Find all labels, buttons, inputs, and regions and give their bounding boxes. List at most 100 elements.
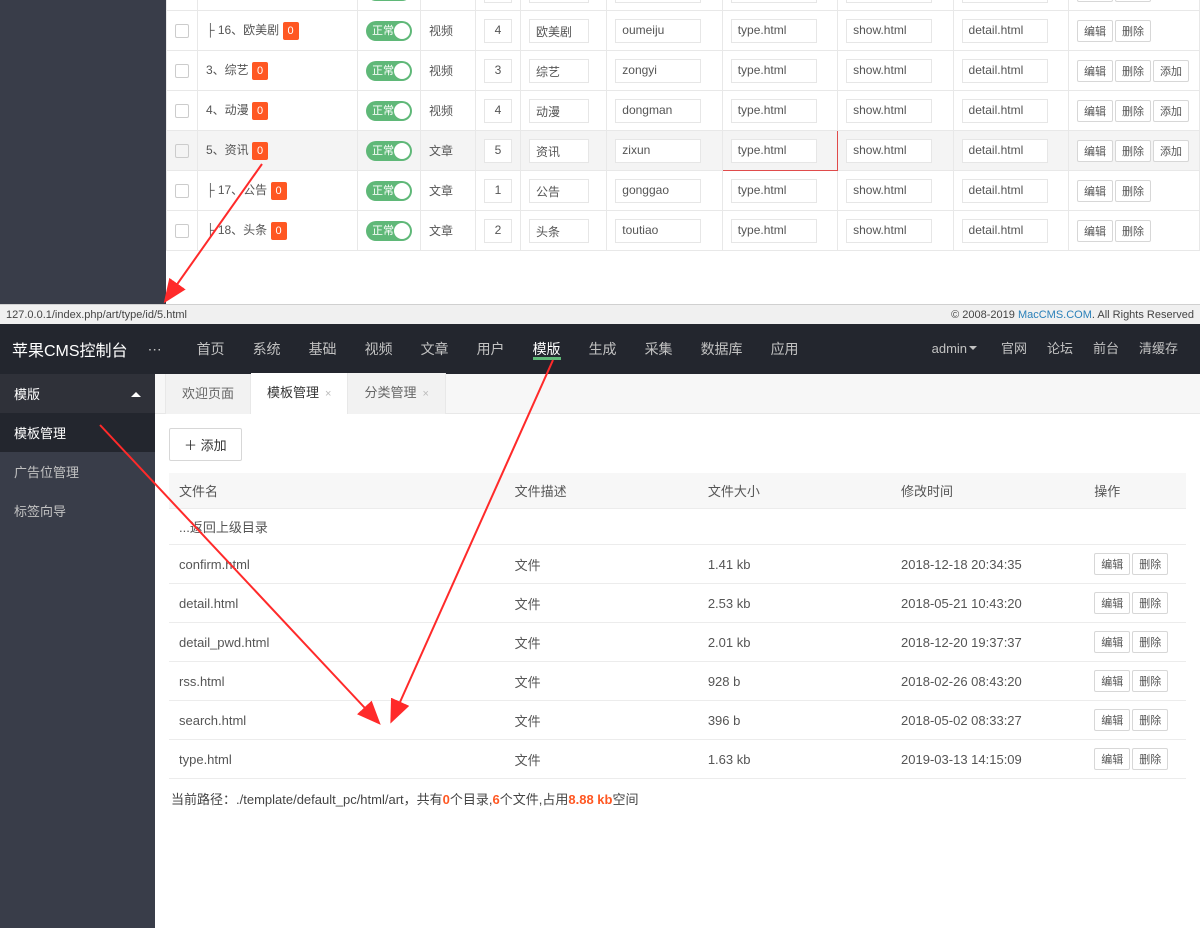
sidebar-header[interactable]: 模版 <box>0 374 155 413</box>
show-template-input[interactable]: show.html <box>846 219 932 243</box>
row-checkbox[interactable] <box>175 224 189 238</box>
type-template-input[interactable]: type.html <box>731 59 817 83</box>
row-checkbox[interactable] <box>175 144 189 158</box>
nav-item[interactable]: 视频 <box>365 341 393 357</box>
name-cn-input[interactable]: 公告 <box>529 179 589 203</box>
type-template-input[interactable]: type.html <box>731 0 817 3</box>
show-template-input[interactable]: show.html <box>846 179 932 203</box>
menu-dots-icon[interactable]: ⋯ <box>148 341 163 358</box>
file-op-button[interactable]: 删除 <box>1132 553 1168 575</box>
file-name[interactable]: search.html <box>169 701 505 740</box>
name-en-input[interactable]: dongman <box>615 99 701 123</box>
row-op-button[interactable]: 删除 <box>1115 180 1151 202</box>
type-template-input[interactable]: type.html <box>731 219 817 243</box>
name-en-input[interactable]: gonggao <box>615 179 701 203</box>
name-en-input[interactable]: oumeiju <box>615 19 701 43</box>
row-op-button[interactable]: 删除 <box>1115 60 1151 82</box>
nav-item[interactable]: 系统 <box>253 341 281 357</box>
nav-item[interactable]: 文章 <box>421 341 449 357</box>
header-link[interactable]: 官网 <box>1001 341 1027 356</box>
show-template-input[interactable]: show.html <box>846 99 932 123</box>
file-name[interactable]: rss.html <box>169 662 505 701</box>
file-op-button[interactable]: 删除 <box>1132 631 1168 653</box>
file-op-button[interactable]: 删除 <box>1132 592 1168 614</box>
nav-item[interactable]: 用户 <box>477 341 505 357</box>
type-template-input[interactable]: type.html <box>731 179 817 203</box>
row-checkbox[interactable] <box>175 24 189 38</box>
show-template-input[interactable]: show.html <box>846 19 932 43</box>
admin-user[interactable]: admin <box>932 341 977 356</box>
file-op-button[interactable]: 编辑 <box>1094 709 1130 731</box>
row-op-button[interactable]: 添加 <box>1153 100 1189 122</box>
file-op-button[interactable]: 删除 <box>1132 670 1168 692</box>
row-op-button[interactable]: 删除 <box>1115 220 1151 242</box>
nav-item[interactable]: 采集 <box>645 341 673 357</box>
type-template-input[interactable]: type.html <box>731 19 817 43</box>
row-op-button[interactable]: 编辑 <box>1077 220 1113 242</box>
row-op-button[interactable]: 编辑 <box>1077 0 1113 2</box>
name-cn-input[interactable]: 日韩剧 <box>529 0 589 3</box>
name-cn-input[interactable]: 综艺 <box>529 59 589 83</box>
sidebar-item[interactable]: 广告位管理 <box>0 452 155 491</box>
row-op-button[interactable]: 删除 <box>1115 0 1151 2</box>
order-input[interactable]: 2 <box>484 219 512 243</box>
status-toggle[interactable]: 正常 <box>366 61 412 81</box>
status-toggle[interactable]: 正常 <box>366 0 412 1</box>
file-name[interactable]: detail_pwd.html <box>169 623 505 662</box>
name-cn-input[interactable]: 动漫 <box>529 99 589 123</box>
detail-template-input[interactable]: detail.html <box>962 19 1048 43</box>
nav-item[interactable]: 数据库 <box>701 341 743 357</box>
detail-template-input[interactable]: detail.html <box>962 219 1048 243</box>
row-op-button[interactable]: 编辑 <box>1077 100 1113 122</box>
name-en-input[interactable]: rihanju <box>615 0 701 3</box>
back-to-parent[interactable]: ...返回上级目录 <box>169 509 1186 545</box>
order-input[interactable]: 1 <box>484 179 512 203</box>
name-cn-input[interactable]: 欧美剧 <box>529 19 589 43</box>
file-name[interactable]: confirm.html <box>169 545 505 584</box>
show-template-input[interactable]: show.html <box>846 59 932 83</box>
detail-template-input[interactable]: detail.html <box>962 179 1048 203</box>
type-template-input[interactable]: type.html <box>731 99 817 123</box>
row-op-button[interactable]: 添加 <box>1153 60 1189 82</box>
detail-template-input[interactable]: detail.html <box>962 139 1048 163</box>
row-op-button[interactable]: 删除 <box>1115 140 1151 162</box>
row-op-button[interactable]: 编辑 <box>1077 60 1113 82</box>
row-op-button[interactable]: 删除 <box>1115 100 1151 122</box>
name-cn-input[interactable]: 头条 <box>529 219 589 243</box>
sidebar-item[interactable]: 标签向导 <box>0 491 155 530</box>
status-toggle[interactable]: 正常 <box>366 221 412 241</box>
sidebar-item[interactable]: 模板管理 <box>0 413 155 452</box>
order-input[interactable]: 5 <box>484 139 512 163</box>
file-op-button[interactable]: 编辑 <box>1094 748 1130 770</box>
row-checkbox[interactable] <box>175 184 189 198</box>
name-en-input[interactable]: zongyi <box>615 59 701 83</box>
file-op-button[interactable]: 删除 <box>1132 748 1168 770</box>
brand-link[interactable]: MacCMS.COM <box>1018 309 1092 321</box>
show-template-input[interactable]: show.html <box>846 0 932 3</box>
detail-template-input[interactable]: detail.html <box>962 59 1048 83</box>
nav-item[interactable]: 生成 <box>589 341 617 357</box>
tab-close-icon[interactable]: × <box>422 388 428 400</box>
nav-item[interactable]: 应用 <box>771 341 799 357</box>
type-template-input[interactable]: type.html <box>731 139 817 163</box>
status-toggle[interactable]: 正常 <box>366 141 412 161</box>
file-op-button[interactable]: 编辑 <box>1094 670 1130 692</box>
row-checkbox[interactable] <box>175 64 189 78</box>
file-op-button[interactable]: 删除 <box>1132 709 1168 731</box>
name-cn-input[interactable]: 资讯 <box>529 139 589 163</box>
file-name[interactable]: type.html <box>169 740 505 779</box>
row-op-button[interactable]: 添加 <box>1153 140 1189 162</box>
name-en-input[interactable]: toutiao <box>615 219 701 243</box>
row-op-button[interactable]: 编辑 <box>1077 20 1113 42</box>
nav-item[interactable]: 基础 <box>309 341 337 357</box>
order-input[interactable]: 5 <box>484 0 512 3</box>
order-input[interactable]: 4 <box>484 19 512 43</box>
nav-item[interactable]: 首页 <box>197 341 225 357</box>
file-name[interactable]: detail.html <box>169 584 505 623</box>
header-link[interactable]: 论坛 <box>1047 341 1073 356</box>
header-link[interactable]: 前台 <box>1093 341 1119 356</box>
row-checkbox[interactable] <box>175 104 189 118</box>
status-toggle[interactable]: 正常 <box>366 21 412 41</box>
row-op-button[interactable]: 删除 <box>1115 20 1151 42</box>
row-op-button[interactable]: 编辑 <box>1077 180 1113 202</box>
